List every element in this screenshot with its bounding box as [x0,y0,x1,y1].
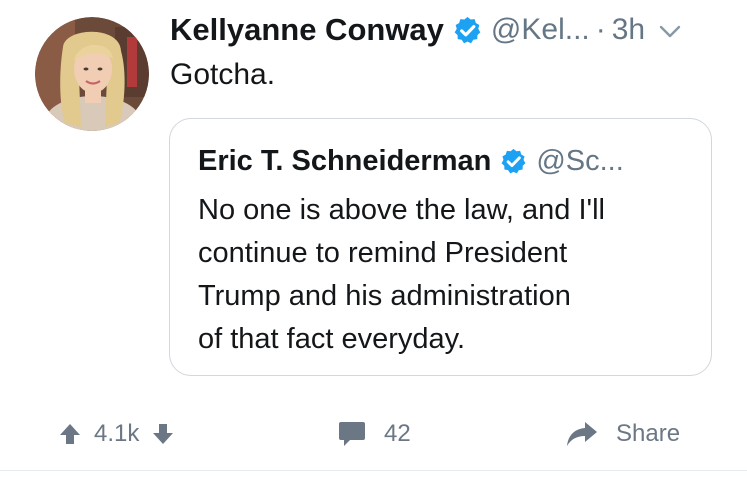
vote-group: 4.1k [58,412,175,456]
share-button[interactable]: Share [566,412,680,456]
timestamp[interactable]: 3h [612,13,645,47]
verified-badge-icon [500,148,527,175]
share-label: Share [616,420,681,447]
share-arrow-icon [566,421,598,447]
quoted-tweet-text: No one is above the law, and I'll contin… [198,189,698,361]
divider [0,470,747,471]
tweet-text: Gotcha. [170,58,276,91]
quoted-author-name: Eric T. Schneiderman [198,144,492,177]
arrow-down-icon[interactable] [151,422,175,446]
quoted-text-line: No one is above the law, and I'll [198,194,605,226]
arrow-up-icon[interactable] [58,422,82,446]
chevron-down-icon[interactable] [659,25,681,39]
author-handle[interactable]: @Kel... [491,13,590,47]
author-name[interactable]: Kellyanne Conway [170,12,444,48]
tweet-header: Kellyanne Conway @Kel... · 3h [170,6,681,54]
comments-count: 42 [384,420,411,447]
avatar[interactable] [35,17,149,131]
profile-photo [35,17,149,131]
quoted-tweet-card[interactable]: Eric T. Schneiderman @Sc... No one is ab… [169,118,712,376]
quoted-author-handle: @Sc... [536,144,624,177]
quoted-text-line: continue to remind President [198,237,568,269]
verified-badge-icon [453,16,482,45]
post-screenshot: Kellyanne Conway @Kel... · 3h Gotcha. Er… [0,0,747,479]
quoted-tweet-header: Eric T. Schneiderman @Sc... [198,141,624,181]
comment-bubble-icon [338,421,366,447]
quoted-text-line: Trump and his administration [198,280,571,312]
quoted-text-line: of that fact everyday. [198,323,466,355]
action-bar: 4.1k 42 Share [0,412,747,456]
vote-score: 4.1k [94,420,140,447]
comments-button[interactable]: 42 [338,412,411,456]
separator-dot: · [595,13,606,46]
